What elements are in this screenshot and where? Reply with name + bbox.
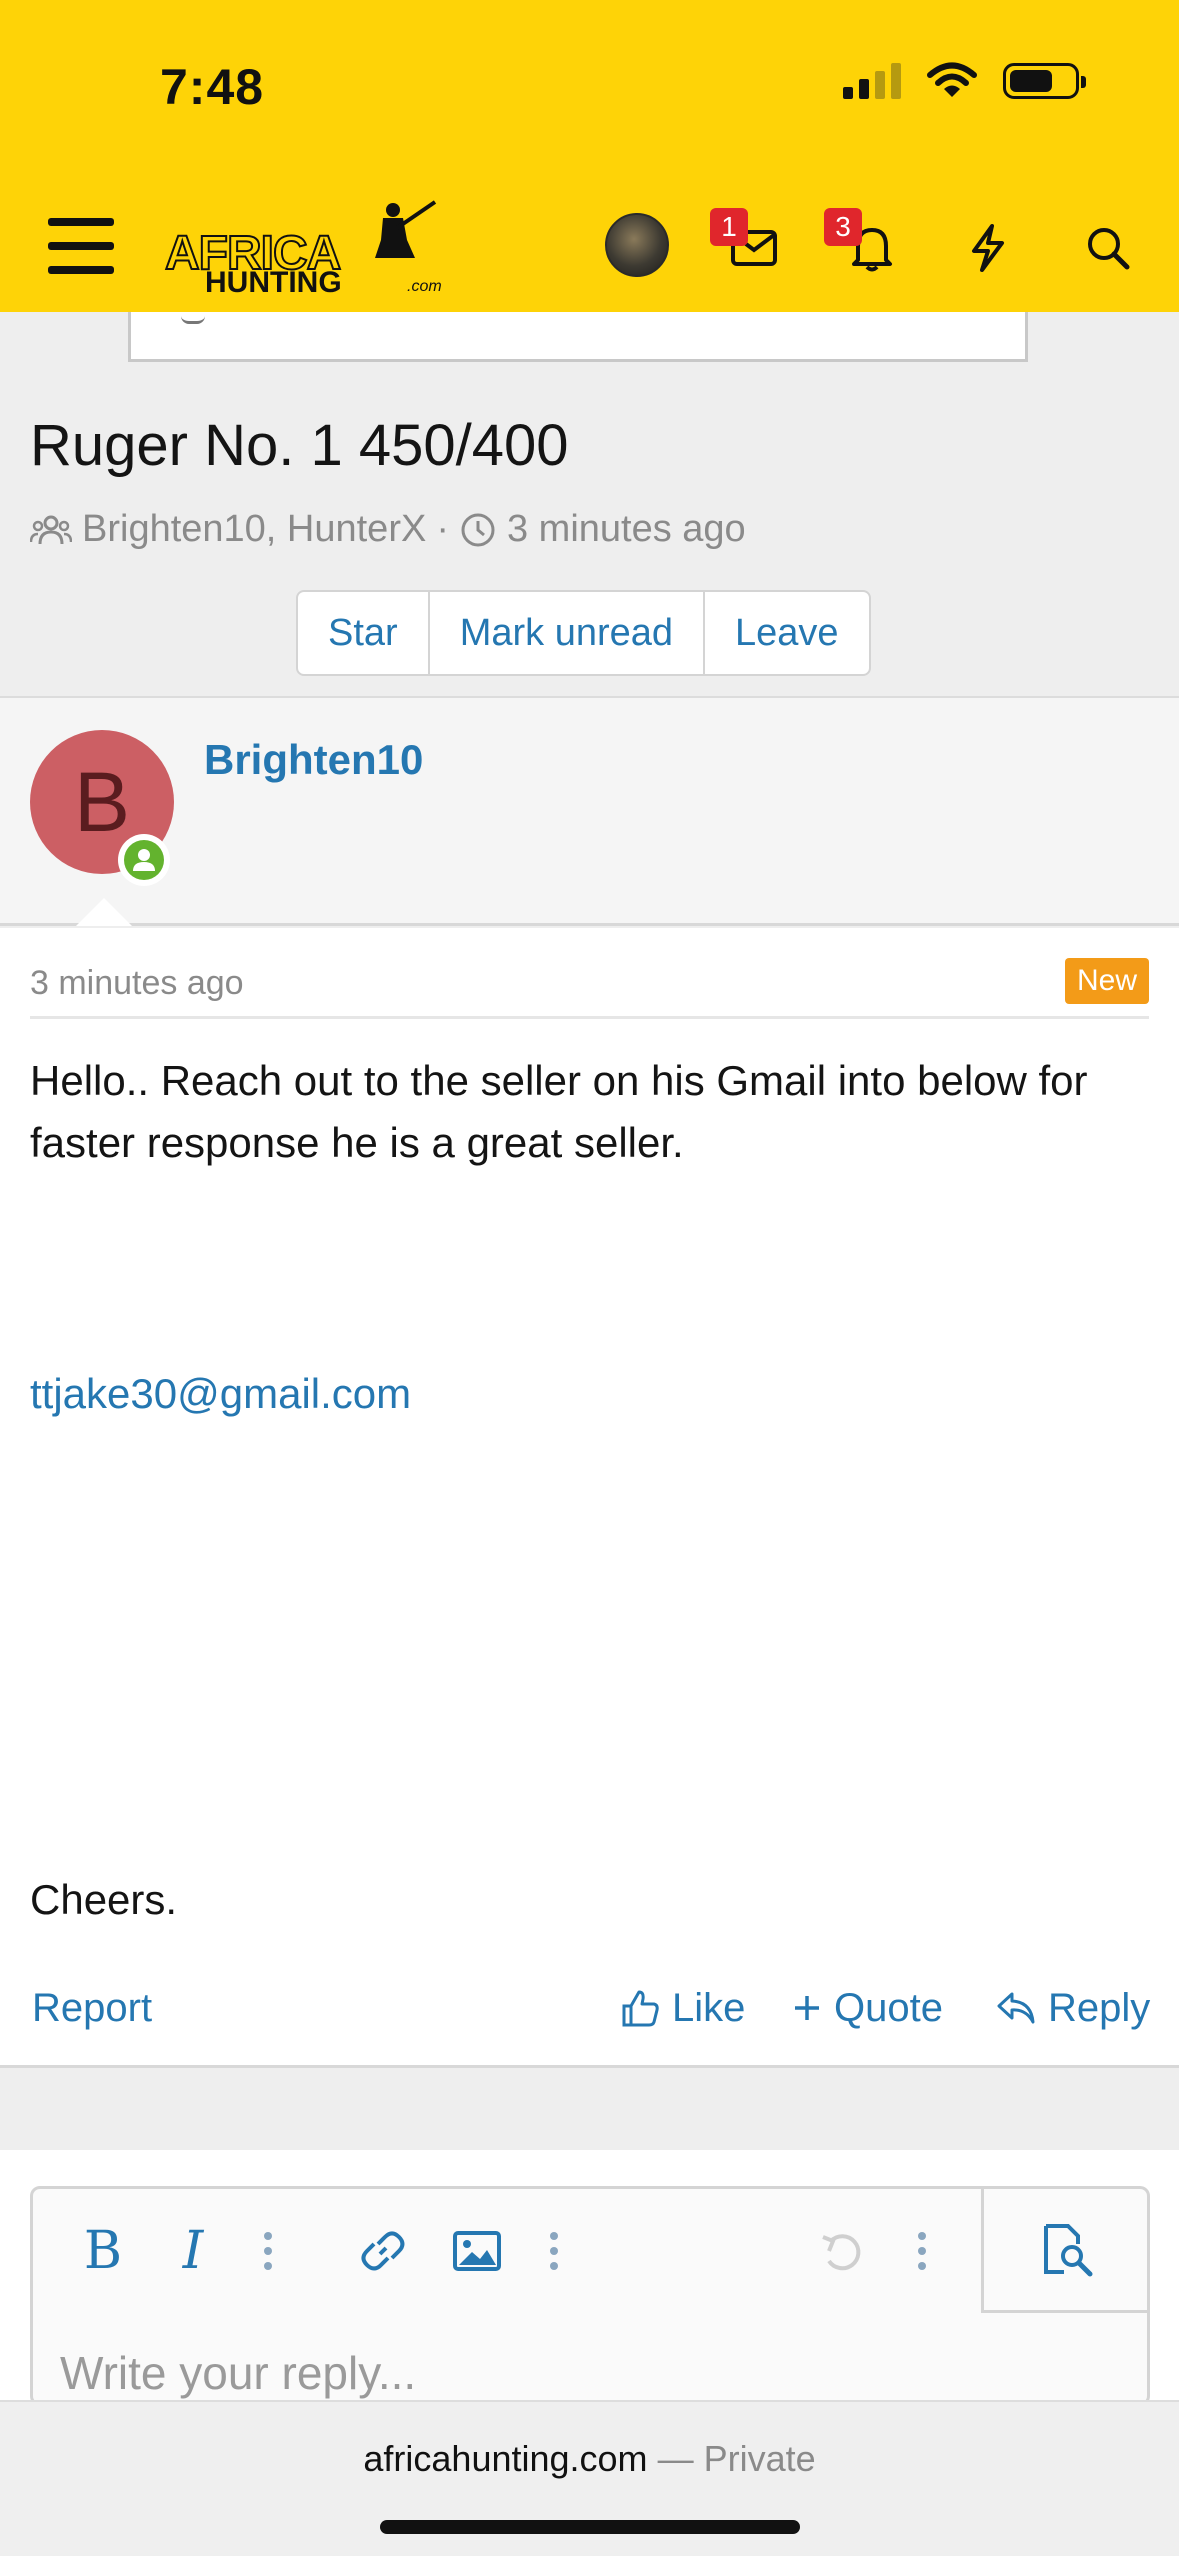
- thread-title: Ruger No. 1 450/400: [30, 413, 569, 478]
- thread-meta: Brighten10, HunterX · 3 minutes ago: [30, 508, 746, 551]
- thumbs-up-icon: [622, 1990, 659, 2027]
- reply-placeholder[interactable]: Write your reply...: [60, 2346, 416, 2400]
- participants-icon: [30, 515, 72, 544]
- logo-text-hunting: HUNTING: [205, 266, 342, 299]
- post: 3 minutes ago New Hello.. Reach out to t…: [0, 928, 1179, 2068]
- preview-icon[interactable]: [981, 2189, 1147, 2313]
- star-button[interactable]: Star: [298, 592, 430, 674]
- plus-icon: [795, 1996, 819, 2020]
- nav-bar: AFRICA HUNTING .com 1 3: [0, 180, 1179, 312]
- menu-icon[interactable]: [48, 218, 114, 274]
- new-badge: New: [1064, 958, 1149, 1004]
- battery-icon: [1003, 63, 1086, 99]
- reply-arrow-icon: [997, 1992, 1035, 2024]
- cellular-signal-icon: [843, 63, 901, 99]
- image-icon[interactable]: [447, 2219, 507, 2283]
- search-icon[interactable]: [1082, 222, 1134, 274]
- link-icon[interactable]: [353, 2219, 413, 2283]
- user-avatar[interactable]: [605, 213, 669, 277]
- like-label: Like: [672, 1985, 746, 2030]
- post-closing: Cheers.: [30, 1876, 178, 1923]
- url-domain: africahunting.com: [363, 2438, 648, 2479]
- url-bar[interactable]: africahunting.com — Private: [0, 2438, 1179, 2480]
- reply-button[interactable]: Reply: [996, 1968, 1150, 2048]
- post-actions: Report Like Quote Reply: [0, 1968, 1179, 2048]
- more-history-icon[interactable]: [907, 2219, 937, 2283]
- mark-unread-button[interactable]: Mark unread: [430, 592, 706, 674]
- report-label: Report: [32, 1985, 153, 2030]
- wifi-icon: [927, 62, 977, 97]
- inbox-badge: 1: [710, 208, 748, 246]
- alerts-badge: 3: [824, 208, 862, 246]
- email-link[interactable]: ttjake30@gmail.com: [30, 1370, 411, 1418]
- section-gap: [0, 2070, 1179, 2150]
- editor-toolbar: B I: [33, 2189, 1147, 2313]
- status-icons: [843, 62, 1086, 100]
- report-button[interactable]: Report: [32, 1968, 152, 2048]
- more-insert-icon[interactable]: [539, 2219, 569, 2283]
- home-indicator[interactable]: [380, 2520, 800, 2534]
- bold-icon[interactable]: B: [73, 2219, 133, 2283]
- thread-participants: Brighten10, HunterX: [82, 508, 427, 550]
- leave-button[interactable]: Leave: [705, 592, 869, 674]
- browser-bottom-bar: africahunting.com — Private: [0, 2400, 1179, 2556]
- like-button[interactable]: Like: [620, 1968, 745, 2048]
- logo-text-suffix: .com: [407, 278, 442, 295]
- app-header: 7:48 AFRICA HUNTING .com 1 3: [0, 0, 1179, 312]
- speech-pointer: [76, 898, 132, 926]
- attached-image-preview: [128, 312, 1028, 362]
- lightning-icon[interactable]: [962, 222, 1014, 274]
- author-username[interactable]: Brighten10: [204, 736, 423, 784]
- reply-label: Reply: [1048, 1985, 1151, 2030]
- post-divider: [30, 1016, 1149, 1019]
- quote-button[interactable]: Quote: [792, 1968, 943, 2048]
- site-logo[interactable]: AFRICA HUNTING .com: [164, 200, 465, 299]
- post-author-block: B Brighten10: [0, 698, 1179, 926]
- more-options-icon[interactable]: [253, 2219, 283, 2283]
- quote-label: Quote: [834, 1985, 943, 2030]
- italic-icon[interactable]: I: [163, 2219, 223, 2283]
- thread-time: 3 minutes ago: [506, 508, 746, 550]
- undo-icon[interactable]: [813, 2219, 873, 2283]
- post-time[interactable]: 3 minutes ago: [30, 964, 244, 1003]
- clock-icon: [461, 513, 495, 546]
- hunter-silhouette-icon: [375, 200, 437, 258]
- post-body: Hello.. Reach out to the seller on his G…: [30, 1057, 1088, 1166]
- private-mode-label: — Private: [657, 2438, 816, 2479]
- thread-actions: Star Mark unread Leave: [296, 590, 871, 676]
- online-status-icon: [118, 834, 170, 886]
- status-time: 7:48: [160, 59, 265, 115]
- meta-separator: ·: [436, 508, 449, 550]
